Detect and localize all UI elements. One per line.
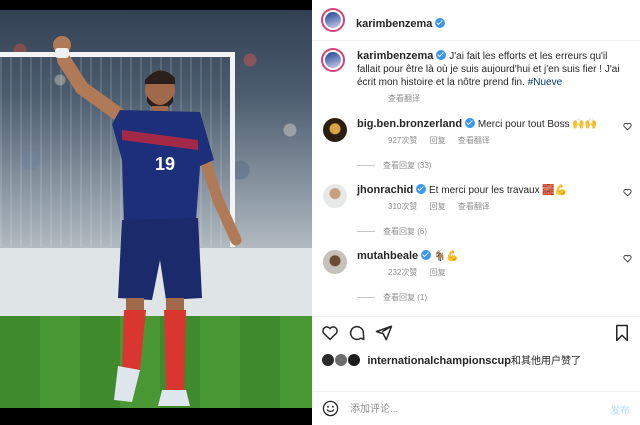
commenter-username[interactable]: mutahbeale bbox=[357, 250, 418, 262]
hashtag-link[interactable]: #Nueve bbox=[528, 77, 562, 88]
comment-icon[interactable] bbox=[348, 324, 366, 342]
commenter-username[interactable]: jhonrachid bbox=[357, 184, 413, 196]
verified-icon bbox=[416, 184, 427, 194]
emoji-icon[interactable] bbox=[322, 400, 339, 417]
likes-summary: internationalchampionscup和其他用户赞了 bbox=[321, 352, 581, 367]
comment-likes[interactable]: 927次赞 bbox=[388, 136, 417, 145]
view-replies-button[interactable]: 查看回复 (1) bbox=[357, 292, 427, 303]
comment-text: Et merci pour les travaux 🧱💪 bbox=[429, 185, 568, 196]
comment-likes[interactable]: 232次赞 bbox=[388, 268, 417, 277]
post-comment-button[interactable]: 发布 bbox=[610, 402, 630, 417]
verified-icon bbox=[465, 118, 476, 128]
view-replies-button[interactable]: 查看回复 (6) bbox=[357, 226, 427, 237]
verified-icon bbox=[421, 250, 432, 260]
comment-input[interactable] bbox=[348, 400, 582, 418]
comment-heart-icon[interactable] bbox=[623, 122, 632, 131]
comment-heart-icon[interactable] bbox=[623, 254, 632, 263]
liker-avatar bbox=[321, 353, 335, 367]
post-detail-panel: karimbenzema karimbenzema J'ai fait les … bbox=[312, 0, 640, 425]
post-header: karimbenzema bbox=[312, 0, 640, 41]
comment-reply-button[interactable]: 回复 bbox=[430, 202, 446, 211]
author-avatar[interactable] bbox=[321, 8, 345, 32]
comment-text: Merci pour tout Boss 🙌🙌 bbox=[477, 119, 598, 130]
comment-translate-link[interactable]: 查看翻译 bbox=[458, 202, 490, 211]
commenter-avatar[interactable] bbox=[323, 118, 347, 142]
replies-divider bbox=[357, 165, 375, 167]
likes-suffix: 和其他用户赞了 bbox=[510, 356, 581, 367]
view-replies-button[interactable]: 查看回复 (33) bbox=[357, 160, 431, 171]
post-caption: karimbenzema J'ai fait les efforts et le… bbox=[357, 50, 632, 89]
caption-avatar[interactable] bbox=[321, 48, 345, 72]
commenter-avatar[interactable] bbox=[323, 250, 347, 274]
liker-avatar bbox=[346, 353, 361, 367]
heart-icon[interactable] bbox=[321, 324, 339, 342]
jersey-number: 19 bbox=[155, 154, 175, 174]
caption-translate-link[interactable]: 查看翻译 bbox=[388, 93, 420, 104]
liker-avatar bbox=[333, 353, 348, 367]
bookmark-icon[interactable] bbox=[614, 324, 630, 342]
actions-divider bbox=[312, 316, 640, 317]
commenter-username[interactable]: big.ben.bronzerland bbox=[357, 118, 462, 130]
replies-divider bbox=[357, 231, 375, 233]
comment-reply-button[interactable]: 回复 bbox=[430, 268, 446, 277]
share-icon[interactable] bbox=[375, 324, 393, 342]
replies-divider bbox=[357, 297, 375, 299]
post-photo: 19 bbox=[0, 10, 312, 408]
verified-icon bbox=[435, 18, 446, 28]
verified-icon bbox=[436, 50, 447, 60]
comment-translate-link[interactable]: 查看翻译 bbox=[458, 136, 490, 145]
author-username[interactable]: karimbenzema bbox=[356, 18, 432, 30]
comment-text: 🐐💪 bbox=[433, 251, 459, 262]
comment-reply-button[interactable]: 回复 bbox=[430, 136, 446, 145]
comment-heart-icon[interactable] bbox=[623, 188, 632, 197]
add-comment-bar: 发布 bbox=[312, 392, 640, 425]
caption-username[interactable]: karimbenzema bbox=[357, 50, 433, 62]
comment-likes[interactable]: 310次赞 bbox=[388, 202, 417, 211]
liker-username[interactable]: internationalchampionscup bbox=[367, 355, 511, 367]
commenter-avatar[interactable] bbox=[323, 184, 347, 208]
player-illustration: 19 bbox=[53, 36, 242, 406]
action-bar bbox=[312, 324, 640, 348]
